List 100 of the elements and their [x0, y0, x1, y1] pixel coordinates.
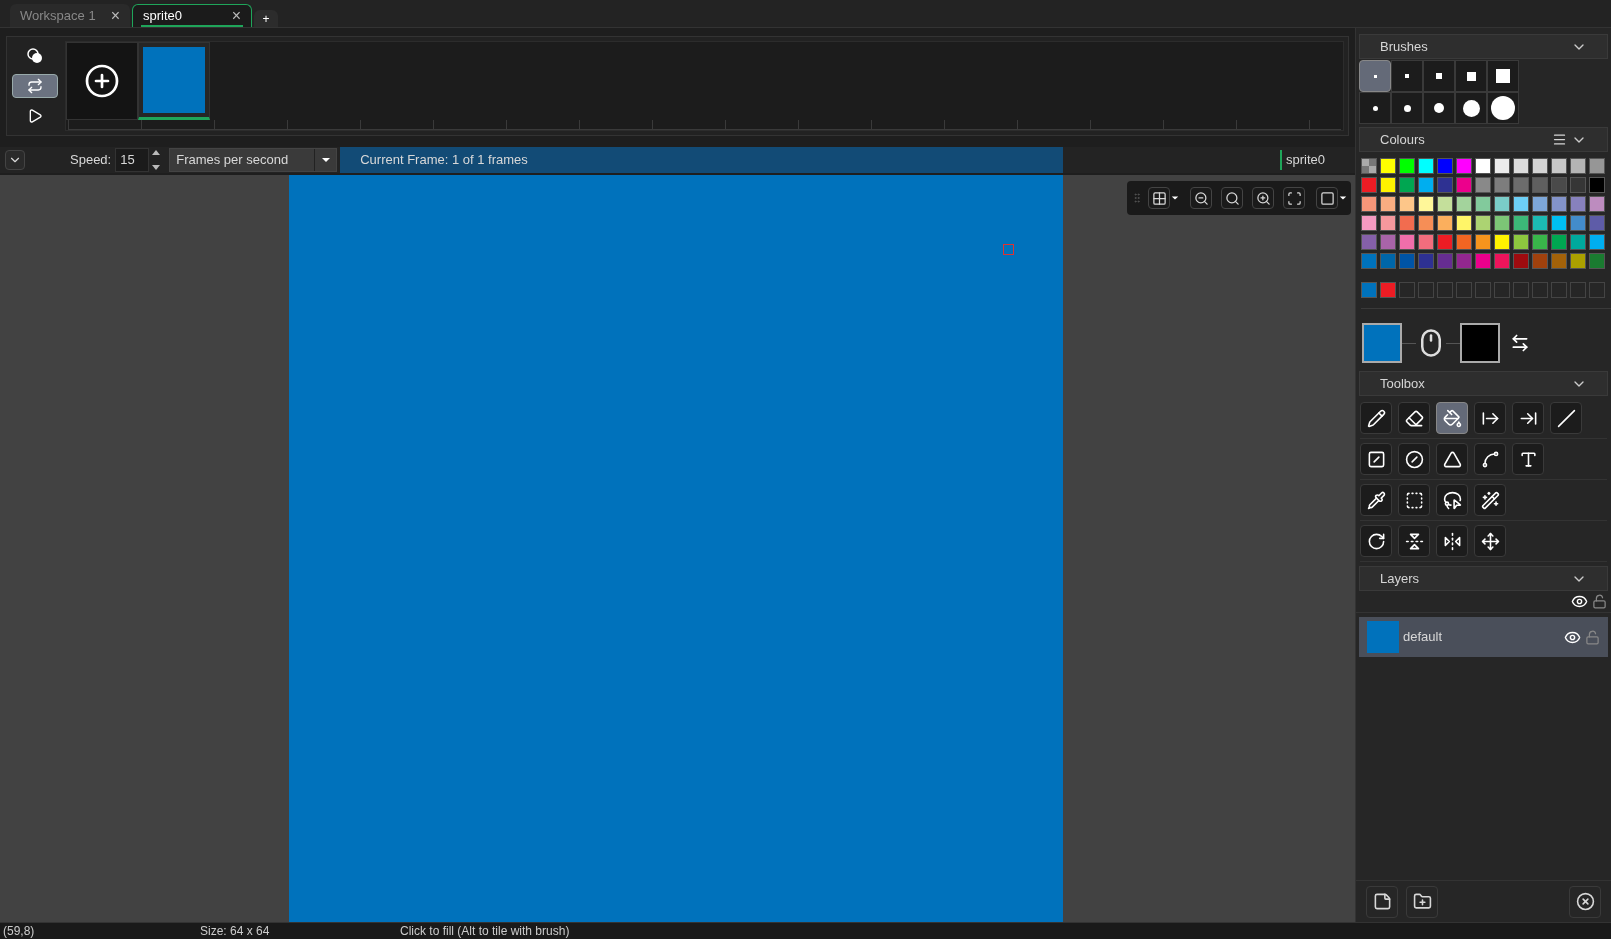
- colour-swatch[interactable]: [1418, 234, 1434, 250]
- empty-swatch[interactable]: [1532, 282, 1548, 298]
- colour-swatch[interactable]: [1399, 215, 1415, 231]
- tool-button[interactable]: [1436, 443, 1468, 475]
- colour-swatch[interactable]: [1494, 253, 1510, 269]
- colour-swatch[interactable]: [1361, 234, 1377, 250]
- colour-swatch[interactable]: [1513, 215, 1529, 231]
- close-tab-button[interactable]: ×: [110, 3, 120, 28]
- empty-swatch[interactable]: [1475, 282, 1491, 298]
- panel-header[interactable]: Layers: [1359, 566, 1608, 591]
- colour-swatch[interactable]: [1475, 196, 1491, 212]
- colour-swatch[interactable]: [1532, 177, 1548, 193]
- tool-button[interactable]: [1474, 402, 1506, 434]
- colour-swatch[interactable]: [1513, 253, 1529, 269]
- tool-button[interactable]: [1360, 402, 1392, 434]
- tool-button[interactable]: [1360, 484, 1392, 516]
- colour-swatch[interactable]: [1399, 234, 1415, 250]
- colour-swatch[interactable]: [1570, 196, 1586, 212]
- colour-swatch[interactable]: [1475, 215, 1491, 231]
- grid-button[interactable]: [1148, 187, 1170, 209]
- colour-swatch[interactable]: [1380, 158, 1396, 174]
- colour-swatch[interactable]: [1532, 215, 1548, 231]
- brush-button[interactable]: [1359, 92, 1391, 124]
- colour-swatch[interactable]: [1418, 177, 1434, 193]
- colour-swatch[interactable]: [1551, 158, 1567, 174]
- frame-thumbnail[interactable]: [138, 42, 210, 120]
- brush-button[interactable]: [1423, 60, 1455, 92]
- colour-swatch[interactable]: [1532, 253, 1548, 269]
- colour-swatch[interactable]: [1494, 234, 1510, 250]
- empty-swatch[interactable]: [1418, 282, 1434, 298]
- colour-swatch[interactable]: [1494, 196, 1510, 212]
- panel-header[interactable]: Colours: [1359, 127, 1608, 152]
- fit-view-button[interactable]: [1283, 187, 1305, 209]
- colour-swatch[interactable]: [1456, 177, 1472, 193]
- colour-swatch[interactable]: [1570, 158, 1586, 174]
- colour-swatch[interactable]: [1494, 215, 1510, 231]
- layer-row[interactable]: default: [1359, 617, 1608, 657]
- zoom-out-button[interactable]: [1190, 187, 1212, 209]
- colour-swatch[interactable]: [1551, 177, 1567, 193]
- colour-swatch[interactable]: [1456, 253, 1472, 269]
- colour-swatch[interactable]: [1589, 215, 1605, 231]
- document-tab[interactable]: sprite0 ×: [132, 4, 252, 27]
- colour-swatch[interactable]: [1532, 196, 1548, 212]
- tool-button[interactable]: [1436, 525, 1468, 557]
- tool-button[interactable]: [1398, 443, 1430, 475]
- zoom-reset-button[interactable]: [1221, 187, 1243, 209]
- colour-swatch[interactable]: [1456, 196, 1472, 212]
- colour-swatch[interactable]: [1570, 177, 1586, 193]
- colour-swatch[interactable]: [1532, 234, 1548, 250]
- add-frame-button[interactable]: [66, 42, 138, 120]
- colour-swatch[interactable]: [1418, 158, 1434, 174]
- new-layer-folder-button[interactable]: [1406, 885, 1438, 918]
- colour-swatch[interactable]: [1475, 253, 1491, 269]
- brush-button[interactable]: [1391, 92, 1423, 124]
- secondary-colour[interactable]: [1460, 323, 1500, 363]
- colour-swatch[interactable]: [1361, 282, 1377, 298]
- empty-swatch[interactable]: [1456, 282, 1472, 298]
- colour-swatch[interactable]: [1437, 234, 1453, 250]
- unlocked-icon[interactable]: [1592, 594, 1607, 609]
- colour-swatch[interactable]: [1589, 177, 1605, 193]
- colour-swatch[interactable]: [1361, 177, 1377, 193]
- brush-button[interactable]: [1487, 60, 1519, 92]
- empty-swatch[interactable]: [1494, 282, 1510, 298]
- colour-swatch[interactable]: [1399, 196, 1415, 212]
- tool-button[interactable]: [1398, 525, 1430, 557]
- colour-swatch[interactable]: [1437, 196, 1453, 212]
- colour-swatch[interactable]: [1380, 234, 1396, 250]
- speed-unit-dropdown[interactable]: Frames per second: [169, 148, 338, 172]
- panel-header[interactable]: Toolbox: [1359, 371, 1608, 396]
- colour-swatch[interactable]: [1475, 234, 1491, 250]
- colour-swatch[interactable]: [1437, 253, 1453, 269]
- colour-swatch[interactable]: [1513, 158, 1529, 174]
- tool-button[interactable]: [1360, 443, 1392, 475]
- new-layer-button[interactable]: [1366, 885, 1398, 918]
- tool-button[interactable]: [1474, 443, 1506, 475]
- brush-button[interactable]: [1487, 92, 1519, 124]
- collapse-button[interactable]: [5, 150, 25, 170]
- colour-swatch[interactable]: [1589, 158, 1605, 174]
- colour-swatch[interactable]: [1570, 253, 1586, 269]
- colour-swatch[interactable]: [1399, 177, 1415, 193]
- colour-swatch[interactable]: [1513, 177, 1529, 193]
- colour-swatch[interactable]: [1456, 215, 1472, 231]
- colour-swatch[interactable]: [1570, 234, 1586, 250]
- empty-swatch[interactable]: [1589, 282, 1605, 298]
- speed-field[interactable]: 15: [115, 148, 150, 172]
- colour-swatch[interactable]: [1456, 234, 1472, 250]
- loop-button[interactable]: [12, 74, 58, 98]
- colour-swatch[interactable]: [1513, 196, 1529, 212]
- colour-swatch[interactable]: [1380, 215, 1396, 231]
- colour-swatch[interactable]: [1437, 177, 1453, 193]
- brush-button[interactable]: [1423, 92, 1455, 124]
- colour-swatch[interactable]: [1380, 253, 1396, 269]
- colour-swatch[interactable]: [1437, 158, 1453, 174]
- brush-button[interactable]: [1455, 92, 1487, 124]
- tool-button[interactable]: [1474, 525, 1506, 557]
- colour-swatch[interactable]: [1551, 196, 1567, 212]
- empty-swatch[interactable]: [1437, 282, 1453, 298]
- tool-button[interactable]: [1398, 484, 1430, 516]
- panel-header[interactable]: Brushes: [1359, 34, 1608, 59]
- colour-swatch[interactable]: [1399, 253, 1415, 269]
